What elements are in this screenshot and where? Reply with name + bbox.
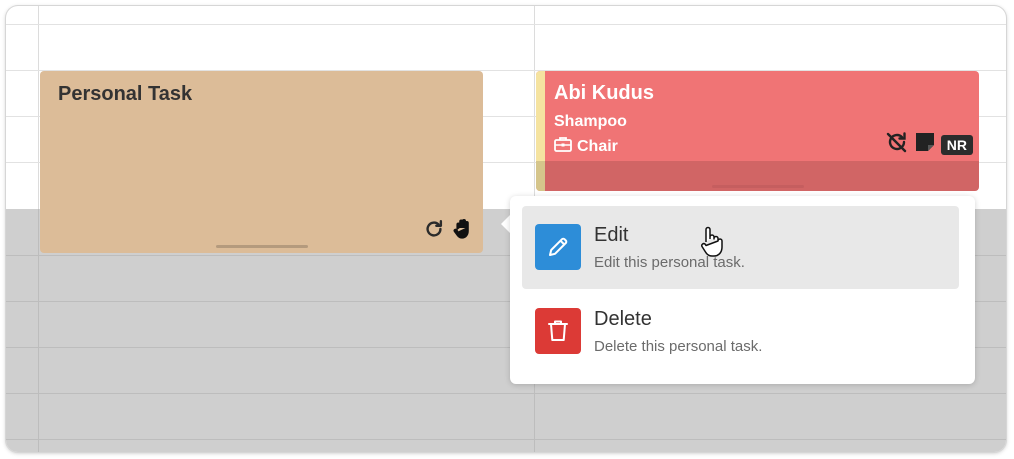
- recurring-icon: [423, 218, 445, 245]
- client-name: Abi Kudus: [554, 82, 654, 104]
- resource-label: Chair: [554, 136, 618, 157]
- pencil-icon: [535, 224, 581, 270]
- menu-item-label: Edit: [594, 224, 629, 246]
- no-recurring-icon: [885, 131, 909, 158]
- calendar-window: Personal Task Abi Kudus Shampoo Chair NR…: [6, 6, 1006, 452]
- menu-item-edit[interactable]: Edit Edit this personal task.: [522, 206, 959, 289]
- context-menu: Edit Edit this personal task. Delete Del…: [510, 196, 975, 384]
- resize-handle[interactable]: [216, 245, 308, 248]
- grid-row-divider: [6, 439, 1006, 440]
- menu-item-label: Delete: [594, 308, 652, 330]
- resource-name: Chair: [577, 137, 618, 155]
- nr-badge: NR: [940, 134, 973, 155]
- menu-item-delete[interactable]: Delete Delete this personal task.: [522, 290, 959, 373]
- service-name: Shampoo: [554, 113, 627, 130]
- note-icon: [914, 131, 936, 158]
- appointment-card[interactable]: Abi Kudus Shampoo Chair NR: [536, 71, 979, 191]
- grid-row-divider: [6, 393, 1006, 394]
- menu-item-description: Delete this personal task.: [594, 338, 763, 355]
- trash-icon: [535, 308, 581, 354]
- personal-task-title: Personal Task: [58, 83, 193, 105]
- grid-row-divider: [6, 24, 1006, 25]
- resize-handle[interactable]: [712, 185, 804, 188]
- hand-icon: [451, 217, 475, 246]
- personal-task-card[interactable]: Personal Task: [40, 71, 483, 253]
- briefcase-icon: [554, 136, 572, 157]
- hand-pointer-cursor-icon: [699, 226, 725, 263]
- grid-column-divider: [38, 209, 39, 452]
